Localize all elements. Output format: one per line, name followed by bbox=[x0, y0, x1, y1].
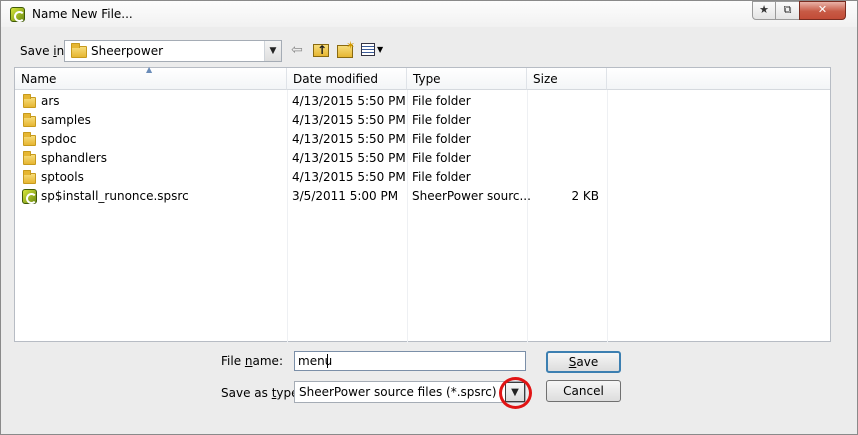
star-button[interactable]: ★ bbox=[752, 1, 776, 20]
file-date: 4/13/2015 5:50 PM bbox=[292, 94, 406, 108]
file-row[interactable]: samples 4/13/2015 5:50 PM File folder bbox=[15, 111, 830, 130]
save-button[interactable]: Save bbox=[546, 351, 621, 373]
file-row[interactable]: ars 4/13/2015 5:50 PM File folder bbox=[15, 92, 830, 111]
file-type: File folder bbox=[412, 132, 471, 146]
title-bar[interactable]: Name New File... ★ ⧉ ✕ bbox=[1, 1, 857, 27]
folder-icon bbox=[71, 43, 87, 58]
folder-icon bbox=[23, 94, 36, 108]
file-name: sphandlers bbox=[41, 151, 107, 165]
file-name: sptools bbox=[41, 170, 84, 184]
column-header-date[interactable]: Date modified bbox=[287, 68, 407, 90]
save-as-type-dropdown[interactable]: SheerPower source files (*.spsrc) ▼ bbox=[294, 381, 526, 403]
file-name-input[interactable] bbox=[294, 351, 526, 371]
highlight-circle bbox=[499, 377, 532, 409]
file-type: SheerPower sourc... bbox=[412, 189, 531, 203]
up-folder-icon[interactable] bbox=[313, 42, 329, 58]
save-dialog: Name New File... ★ ⧉ ✕ Save in: Sheerpow… bbox=[0, 0, 858, 435]
save-as-type-value: SheerPower source files (*.spsrc) bbox=[299, 385, 497, 399]
file-date: 4/13/2015 5:50 PM bbox=[292, 113, 406, 127]
close-button[interactable]: ✕ bbox=[799, 1, 846, 20]
column-header-size[interactable]: Size bbox=[527, 68, 607, 90]
folder-icon bbox=[23, 170, 36, 184]
folder-icon bbox=[23, 132, 36, 146]
views-menu-icon[interactable] bbox=[361, 43, 375, 56]
window-title: Name New File... bbox=[32, 7, 133, 21]
file-date: 4/13/2015 5:50 PM bbox=[292, 132, 406, 146]
file-type: File folder bbox=[412, 170, 471, 184]
file-type: File folder bbox=[412, 151, 471, 165]
chevron-down-icon[interactable]: ▼ bbox=[264, 41, 281, 61]
folder-icon bbox=[23, 151, 36, 165]
column-header-name[interactable]: Name ▲ bbox=[15, 65, 287, 90]
file-date: 4/13/2015 5:50 PM bbox=[292, 151, 406, 165]
file-name: spdoc bbox=[41, 132, 77, 146]
sort-ascending-icon: ▲ bbox=[146, 65, 153, 74]
file-size: 2 KB bbox=[571, 189, 599, 203]
file-row[interactable]: sphandlers 4/13/2015 5:50 PM File folder bbox=[15, 149, 830, 168]
file-date: 4/13/2015 5:50 PM bbox=[292, 170, 406, 184]
file-list[interactable]: Name ▲ Date modified Type Size ars 4/13/2… bbox=[14, 65, 831, 343]
file-type: File folder bbox=[412, 94, 471, 108]
save-in-value: Sheerpower bbox=[91, 44, 164, 58]
file-name-label: File name: bbox=[221, 354, 283, 368]
file-name: ars bbox=[41, 94, 60, 108]
save-in-dropdown[interactable]: Sheerpower ▼ bbox=[64, 40, 282, 62]
folder-icon bbox=[23, 113, 36, 127]
file-name: sp$install_runonce.spsrc bbox=[41, 189, 189, 203]
cancel-button[interactable]: Cancel bbox=[546, 380, 621, 402]
sheerpower-file-icon bbox=[22, 189, 37, 204]
file-name: samples bbox=[41, 113, 91, 127]
file-date: 3/5/2011 5:00 PM bbox=[292, 189, 399, 203]
save-as-type-label: Save as type: bbox=[221, 386, 303, 400]
file-row[interactable]: spdoc 4/13/2015 5:50 PM File folder bbox=[15, 130, 830, 149]
column-header-filler bbox=[607, 68, 830, 90]
column-header-type[interactable]: Type bbox=[407, 68, 527, 90]
new-folder-icon[interactable] bbox=[337, 38, 355, 58]
views-dropdown-arrow-icon[interactable]: ▼ bbox=[377, 45, 383, 54]
save-in-label: Save in: bbox=[20, 44, 69, 58]
file-type: File folder bbox=[412, 113, 471, 127]
text-caret bbox=[327, 354, 328, 368]
sheerpower-app-icon bbox=[10, 7, 25, 22]
file-row[interactable]: sp$install_runonce.spsrc 3/5/2011 5:00 PM… bbox=[15, 187, 830, 206]
file-row[interactable]: sptools 4/13/2015 5:50 PM File folder bbox=[15, 168, 830, 187]
pin-button[interactable]: ⧉ bbox=[775, 1, 800, 20]
back-arrow-icon[interactable]: ⇦ bbox=[291, 42, 303, 58]
